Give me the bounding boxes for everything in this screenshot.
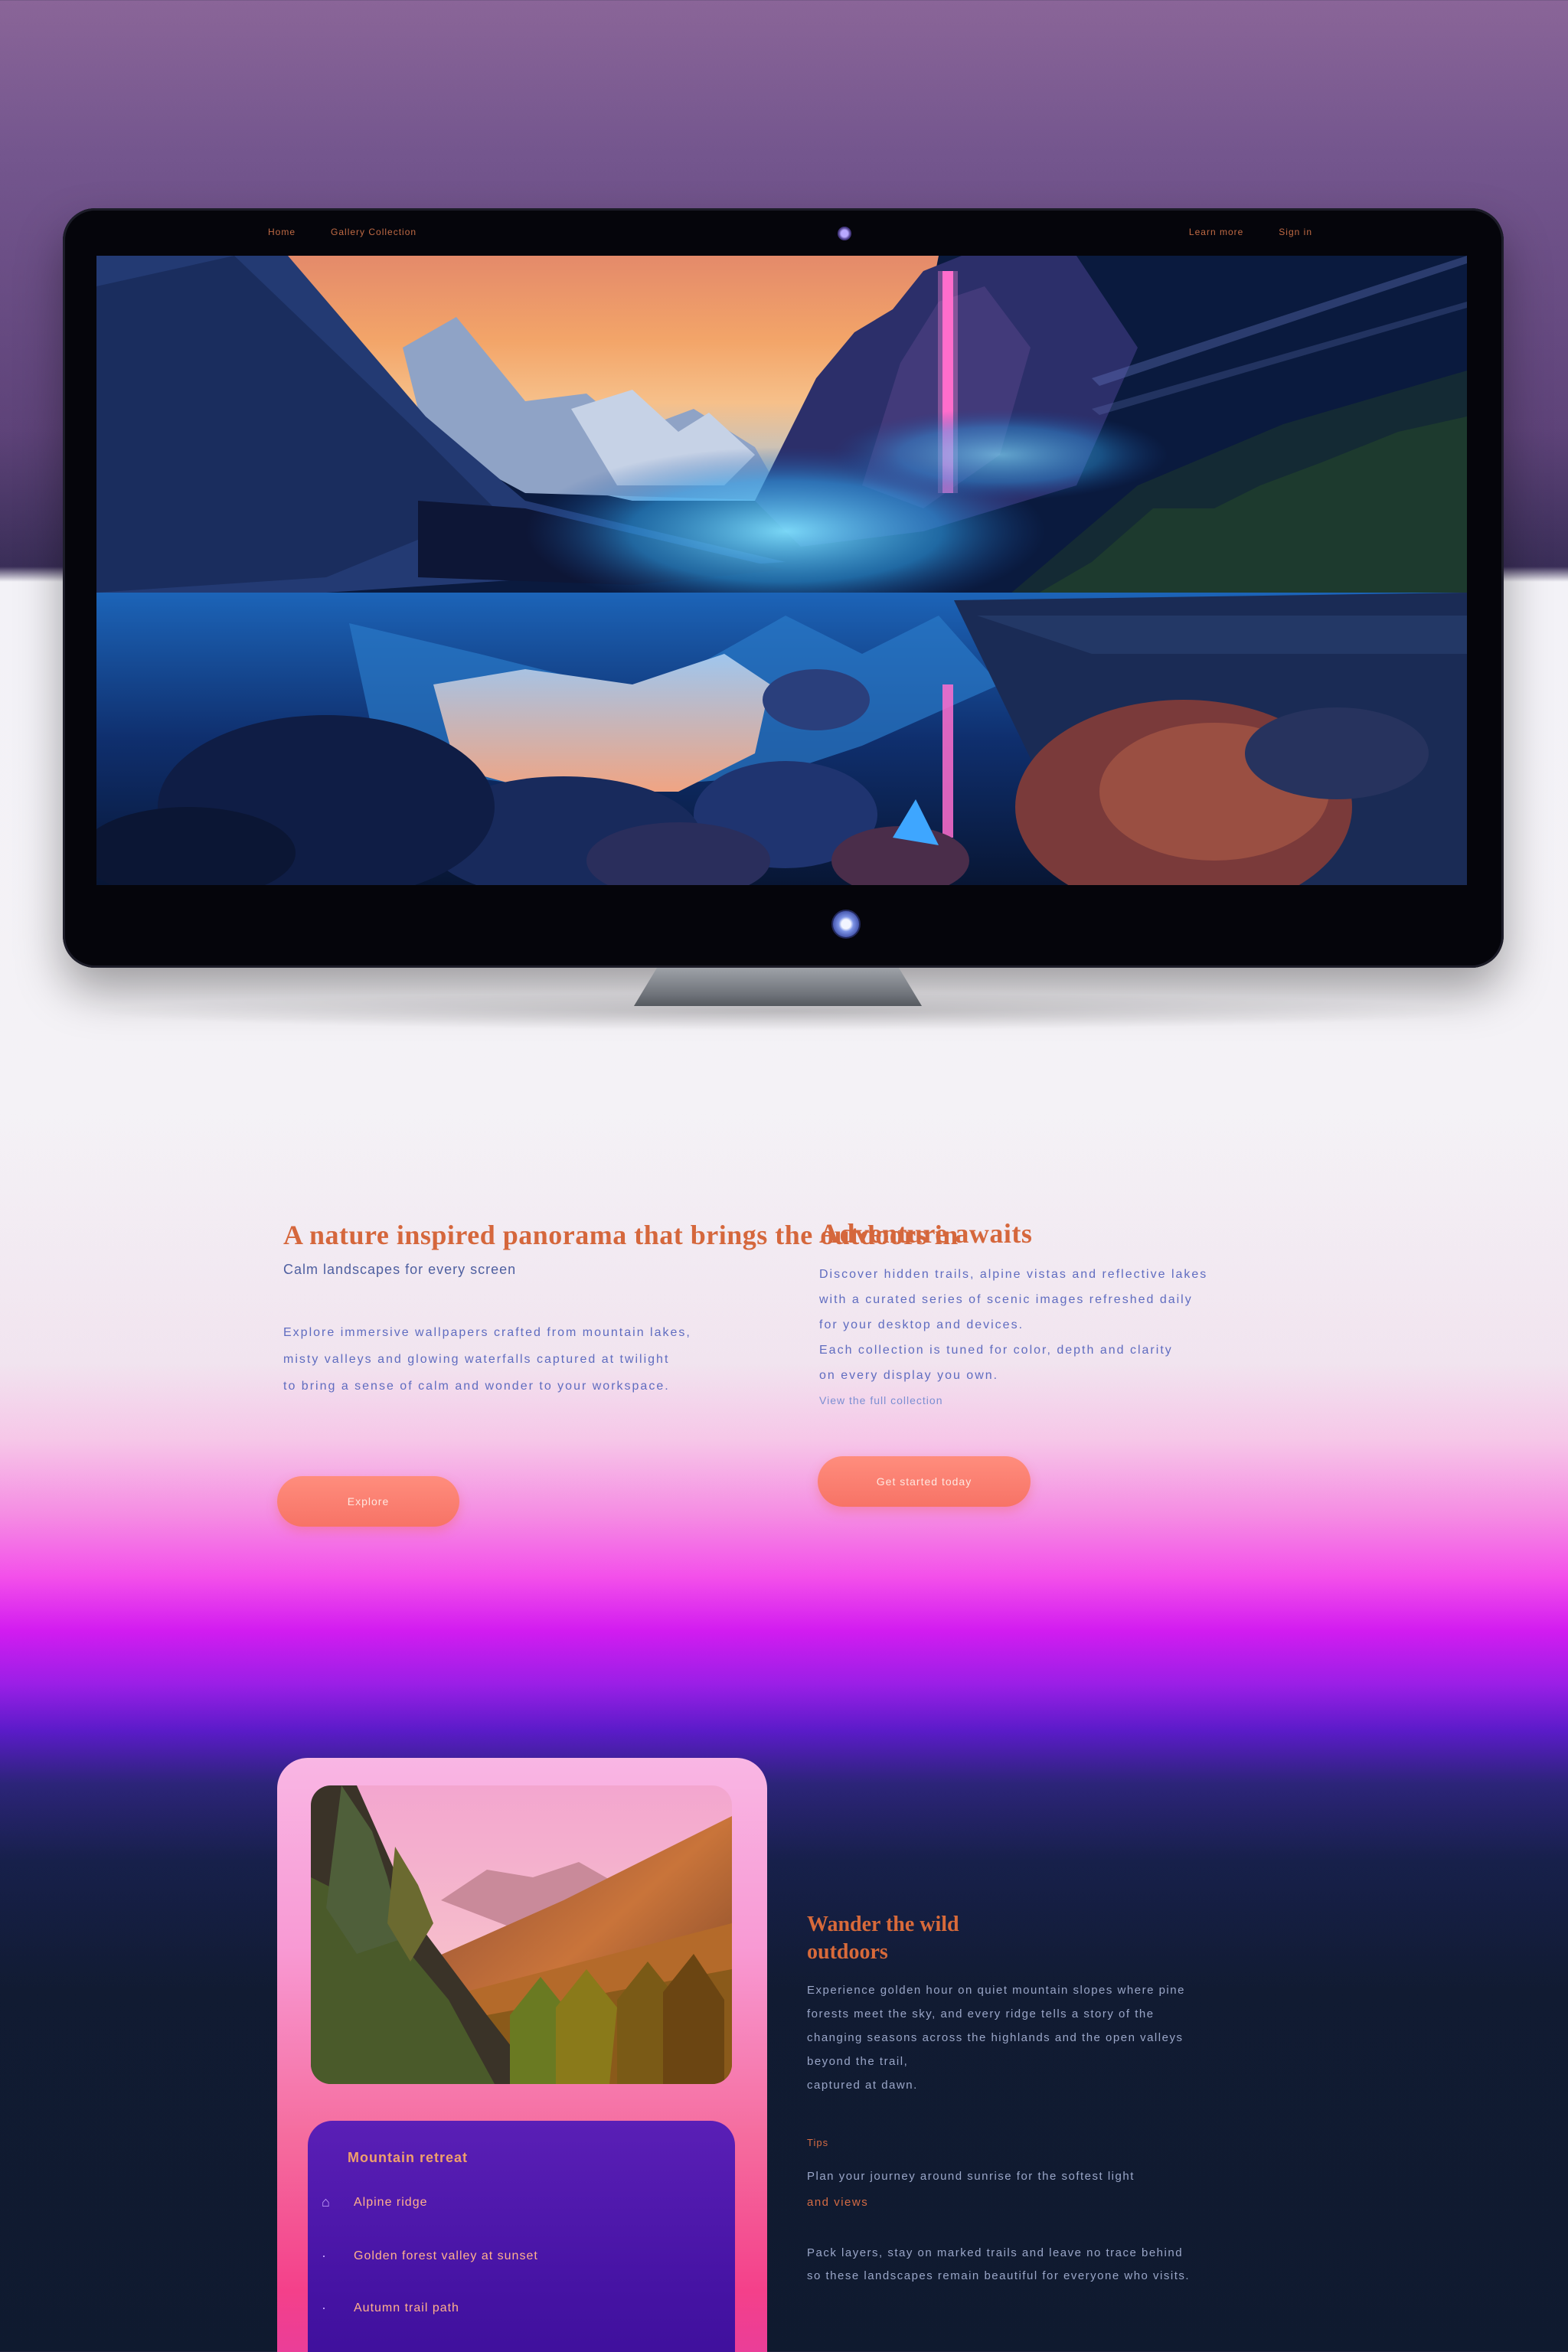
nav-link-gallery[interactable]: Gallery Collection bbox=[331, 227, 416, 237]
body-line: forests meet the sky, and every ridge te… bbox=[807, 2007, 1155, 2020]
body-line: beyond the trail, bbox=[807, 2055, 909, 2068]
paragraph-line: with a curated series of scenic images r… bbox=[819, 1293, 1193, 1306]
body-line: so these landscapes remain beautiful for… bbox=[807, 2269, 1191, 2282]
dark-section-title-line1: Wander the wild bbox=[807, 1913, 959, 1936]
nav-link-learn-more[interactable]: Learn more bbox=[1189, 227, 1243, 237]
nav-link-sign-in[interactable]: Sign in bbox=[1279, 227, 1312, 237]
view-collection-link[interactable]: View the full collection bbox=[819, 1394, 1207, 1406]
destination-card[interactable]: Mountain retreat ⌂ Alpine ridge · Golden… bbox=[277, 1758, 767, 2352]
body-line: Experience golden hour on quiet mountain… bbox=[807, 1984, 1185, 1997]
dark-section: Wander the wild outdoors Experience gold… bbox=[807, 1911, 1259, 2288]
dark-section-label: Tips bbox=[807, 2137, 829, 2148]
paragraph-line: Discover hidden trails, alpine vistas an… bbox=[819, 1268, 1208, 1281]
dark-section-title: Wander the wild outdoors bbox=[807, 1911, 1259, 1966]
dark-section-body2: Plan your journey around sunrise for the… bbox=[807, 2164, 1259, 2216]
card-item-label: Alpine ridge bbox=[354, 2195, 428, 2209]
card-item[interactable]: · Golden forest valley at sunset bbox=[322, 2248, 538, 2264]
monitor-navbar: Home Gallery Collection Learn more Sign … bbox=[63, 208, 1504, 256]
body-line: captured at dawn. bbox=[807, 2079, 918, 2092]
hero-landscape-image bbox=[96, 256, 1467, 885]
card-item[interactable]: · Autumn trail path bbox=[322, 2300, 459, 2316]
paragraph-line: Each collection is tuned for color, dept… bbox=[819, 1344, 1173, 1357]
camera-icon bbox=[838, 227, 851, 240]
paragraph-line: for your desktop and devices. bbox=[819, 1318, 1024, 1331]
dark-section-body: Experience golden hour on quiet mountain… bbox=[807, 1978, 1259, 2097]
monitor-mockup: Home Gallery Collection Learn more Sign … bbox=[63, 208, 1504, 968]
card-item-label: Golden forest valley at sunset bbox=[354, 2249, 538, 2262]
monitor-home-button[interactable] bbox=[831, 910, 861, 939]
feature-right-title: Adventure awaits bbox=[819, 1218, 1033, 1249]
get-started-button[interactable]: Get started today bbox=[818, 1456, 1031, 1507]
dark-section-title-line2: outdoors bbox=[807, 1940, 888, 1964]
feature-right: Adventure awaits Discover hidden trails,… bbox=[819, 1217, 1207, 1406]
feature-right-paragraph: Discover hidden trails, alpine vistas an… bbox=[819, 1262, 1207, 1388]
card-item[interactable]: ⌂ Alpine ridge bbox=[322, 2194, 428, 2210]
body-line: Plan your journey around sunrise for the… bbox=[807, 2170, 1135, 2183]
monitor-stand bbox=[634, 968, 922, 1006]
body-line: changing seasons across the highlands an… bbox=[807, 2031, 1184, 2044]
dot-icon: · bbox=[322, 2248, 326, 2263]
dark-section-body3: Pack layers, stay on marked trails and l… bbox=[807, 2242, 1259, 2288]
card-details-panel: Mountain retreat ⌂ Alpine ridge · Golden… bbox=[308, 2121, 735, 2352]
explore-button[interactable]: Explore bbox=[277, 1476, 459, 1527]
dot-icon: · bbox=[322, 2300, 326, 2315]
body-line: Pack layers, stay on marked trails and l… bbox=[807, 2246, 1184, 2259]
nav-link-home[interactable]: Home bbox=[268, 227, 296, 237]
forest-mountain-image bbox=[311, 1785, 732, 2084]
pin-icon: ⌂ bbox=[322, 2194, 330, 2210]
card-item-label: Autumn trail path bbox=[354, 2301, 459, 2314]
card-panel-title: Mountain retreat bbox=[348, 2150, 469, 2165]
paragraph-line: on every display you own. bbox=[819, 1369, 999, 1382]
body-line: and views bbox=[807, 2196, 869, 2209]
